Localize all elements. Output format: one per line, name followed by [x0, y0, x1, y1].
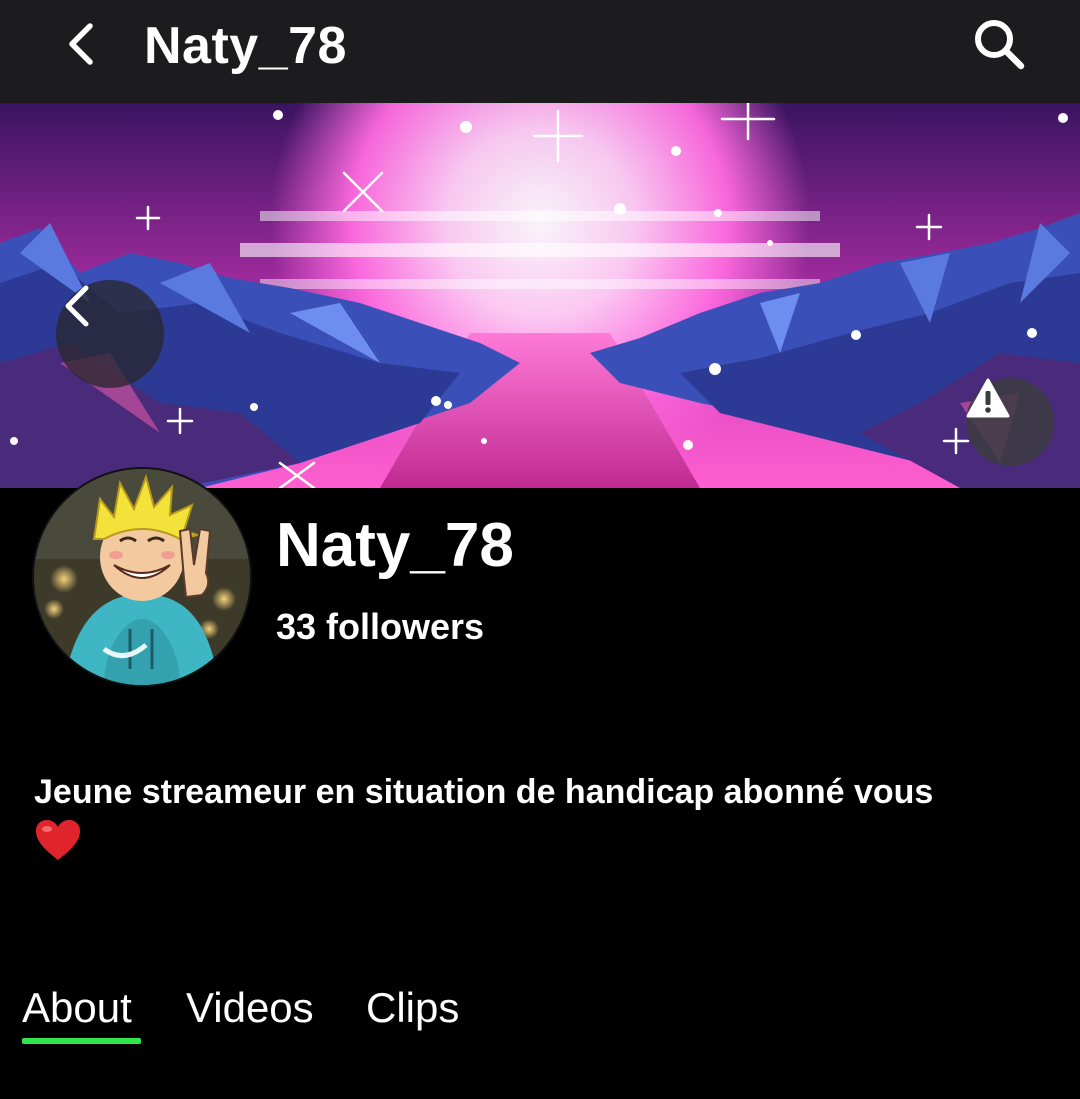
profile-name: Naty_78 [276, 511, 514, 580]
search-icon [975, 20, 1025, 70]
search-button[interactable] [966, 14, 1032, 74]
top-app-bar: Naty_78 [0, 0, 1080, 103]
banner-back-button[interactable] [56, 280, 164, 388]
page-title: Naty_78 [144, 17, 347, 75]
report-button[interactable] [966, 378, 1054, 466]
followers-count[interactable]: 33 followers [276, 605, 484, 649]
chevron-left-icon [69, 23, 93, 65]
tab-about[interactable]: About [22, 978, 132, 1038]
profile-tabs: About Videos Clips [0, 978, 1080, 1058]
back-button[interactable] [52, 14, 108, 74]
avatar-image [34, 469, 250, 685]
heart-icon [36, 820, 80, 860]
warning-icon [966, 378, 1010, 418]
active-tab-indicator [22, 1038, 141, 1044]
tab-clips[interactable]: Clips [366, 978, 459, 1038]
profile-banner [0, 103, 1080, 488]
chevron-left-icon [65, 285, 89, 327]
tab-videos[interactable]: Videos [186, 978, 314, 1038]
avatar[interactable] [32, 467, 252, 687]
banner-image [0, 103, 1080, 488]
profile-bio: Jeune streameur en situation de handicap… [34, 773, 934, 811]
